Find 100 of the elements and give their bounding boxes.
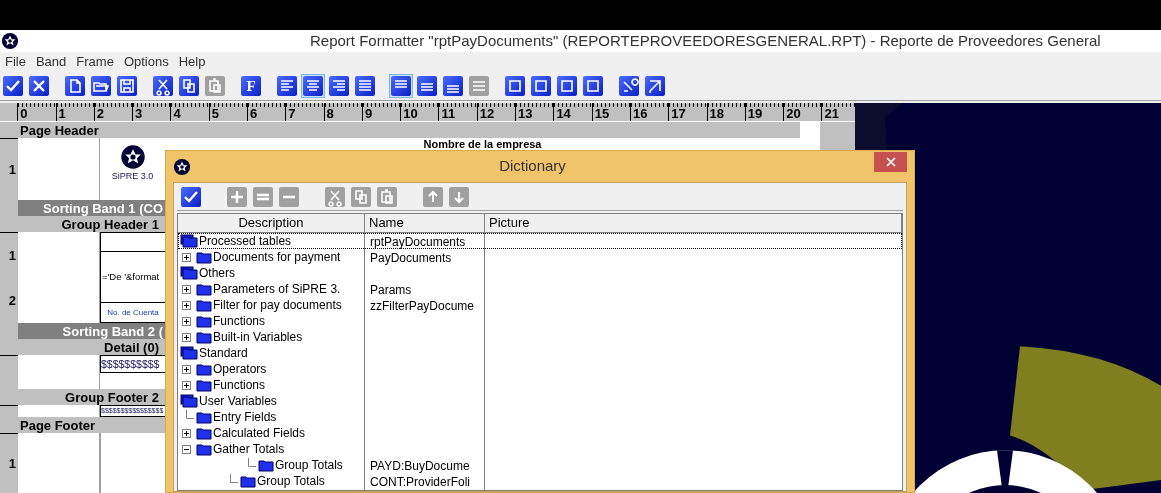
close-button[interactable]	[874, 151, 907, 172]
tree-row[interactable]: Functions	[178, 313, 902, 329]
tree-row[interactable]: Operators	[178, 361, 902, 377]
align-right-icon	[329, 76, 349, 96]
ruler-number: 9	[364, 106, 373, 122]
align-left-icon	[277, 76, 297, 96]
item-name: PayDocuments	[370, 251, 452, 265]
band-label: Page Footer	[20, 417, 96, 433]
ruler-number: 5	[211, 106, 219, 122]
menu-item[interactable]: File	[0, 52, 31, 72]
ruler-number: 2	[8, 293, 17, 308]
toolbar-button[interactable]	[177, 74, 201, 98]
tree-row[interactable]: Group Totals CONT:ProviderFoli	[178, 473, 902, 489]
tree-row[interactable]: Processed tables rptPayDocuments	[178, 233, 902, 249]
folder-icon	[194, 330, 212, 344]
tree-row[interactable]: Standard	[178, 345, 902, 361]
toolbar-button[interactable]	[529, 74, 553, 98]
expand-icon[interactable]	[182, 316, 191, 326]
expand-icon[interactable]	[182, 332, 191, 342]
toolbar-button[interactable]	[89, 74, 113, 98]
tree-row[interactable]: Group Totals PAYD:BuyDocume	[178, 457, 902, 473]
new-file-icon	[65, 76, 85, 96]
save-icon	[117, 76, 137, 96]
toolbar-button[interactable]	[179, 184, 203, 209]
expand-icon[interactable]	[182, 428, 191, 438]
ruler-number: 12	[479, 106, 495, 122]
toolbar-button[interactable]	[581, 74, 605, 98]
minus-icon	[279, 186, 299, 207]
tree-row[interactable]: Calculated Fields	[178, 425, 902, 441]
check-icon	[181, 186, 201, 207]
ruler-number: 21	[824, 106, 839, 122]
toolbar-button[interactable]	[327, 74, 351, 98]
item-description: Functions	[212, 377, 266, 393]
scissors-icon	[325, 186, 345, 207]
item-description: Group Totals	[274, 457, 343, 473]
folder-icon	[194, 442, 212, 456]
item-name: rptPayDocuments	[370, 235, 466, 249]
toolbar-button[interactable]	[389, 74, 413, 98]
toolbar-button[interactable]	[353, 74, 377, 98]
toolbar-button[interactable]	[63, 74, 87, 98]
folder-icon	[194, 250, 212, 264]
ruler-number: 10	[403, 106, 418, 122]
toolbar-button[interactable]	[555, 74, 579, 98]
item-description: Parameters of SiPRE 3.	[212, 281, 341, 297]
field-label: No. de Cuenta	[107, 307, 159, 318]
toolbar-button[interactable]	[151, 74, 175, 98]
tree-row[interactable]: Others	[178, 265, 902, 281]
toolbar-button[interactable]	[1, 74, 25, 98]
ruler-number: 16	[632, 106, 648, 122]
toolbar-button[interactable]	[115, 74, 139, 98]
lines-icon	[443, 76, 463, 96]
column-header[interactable]: Description	[178, 214, 365, 232]
app-logo-icon	[119, 144, 146, 170]
menu-item[interactable]: Frame	[71, 52, 119, 72]
ruler-number: 20	[786, 106, 801, 122]
item-description: Functions	[212, 313, 266, 329]
column-header[interactable]: Name	[365, 214, 485, 232]
toolbar-button[interactable]	[301, 74, 325, 98]
tree-row[interactable]: Filter for pay documents zzFilterPayDocume	[178, 297, 902, 313]
folder-icon	[194, 378, 212, 392]
menu-item[interactable]: Options	[118, 52, 174, 72]
dialog-title: Dictionary	[498, 156, 567, 177]
ruler-number: 1	[58, 106, 66, 122]
item-description: Group Totals	[256, 473, 325, 489]
folder-icon	[256, 458, 274, 472]
expand-icon[interactable]	[182, 300, 191, 310]
band-label: Page Header	[20, 122, 99, 138]
toolbar-button[interactable]	[441, 74, 465, 98]
tree-row[interactable]: Gather Totals	[178, 441, 902, 457]
tree-row[interactable]: Functions	[178, 377, 902, 393]
toolbar-button[interactable]	[643, 74, 667, 98]
logo-caption: SiPRE 3.0	[111, 170, 154, 182]
tree-row[interactable]: User Variables	[178, 393, 902, 409]
check-icon	[3, 76, 23, 96]
tree-row[interactable]: Entry Fields	[178, 409, 902, 425]
band-label: Sorting Band 1 (CO	[43, 200, 163, 216]
column-header[interactable]: Picture	[485, 214, 902, 232]
item-name: zzFilterPayDocume	[370, 299, 475, 313]
item-description: Operators	[212, 361, 267, 377]
tree-row[interactable]: Parameters of SiPRE 3. Params	[178, 281, 902, 297]
band-label: Sorting Band 2 (	[62, 323, 163, 339]
arrow-up-icon	[423, 186, 443, 207]
collapse-icon[interactable]	[182, 444, 191, 454]
expand-icon[interactable]	[182, 380, 191, 390]
menu-item[interactable]: Band	[30, 52, 72, 72]
expand-icon[interactable]	[182, 364, 191, 374]
folder-icon	[238, 474, 256, 488]
menu-item[interactable]: Help	[173, 52, 211, 72]
toolbar-button[interactable]	[275, 74, 299, 98]
toolbar-button[interactable]	[503, 74, 527, 98]
tree-row[interactable]: Built-in Variables	[178, 329, 902, 345]
tree-row[interactable]: Documents for payment PayDocuments	[178, 249, 902, 265]
ruler-number: 13	[518, 106, 533, 122]
expand-icon[interactable]	[182, 252, 191, 262]
toolbar-button[interactable]: F	[239, 74, 263, 98]
toolbar-button[interactable]	[415, 74, 439, 98]
toolbar-button[interactable]	[617, 74, 641, 98]
folder-icon	[194, 410, 212, 424]
toolbar-button[interactable]	[27, 74, 51, 98]
expand-icon[interactable]	[182, 284, 191, 294]
